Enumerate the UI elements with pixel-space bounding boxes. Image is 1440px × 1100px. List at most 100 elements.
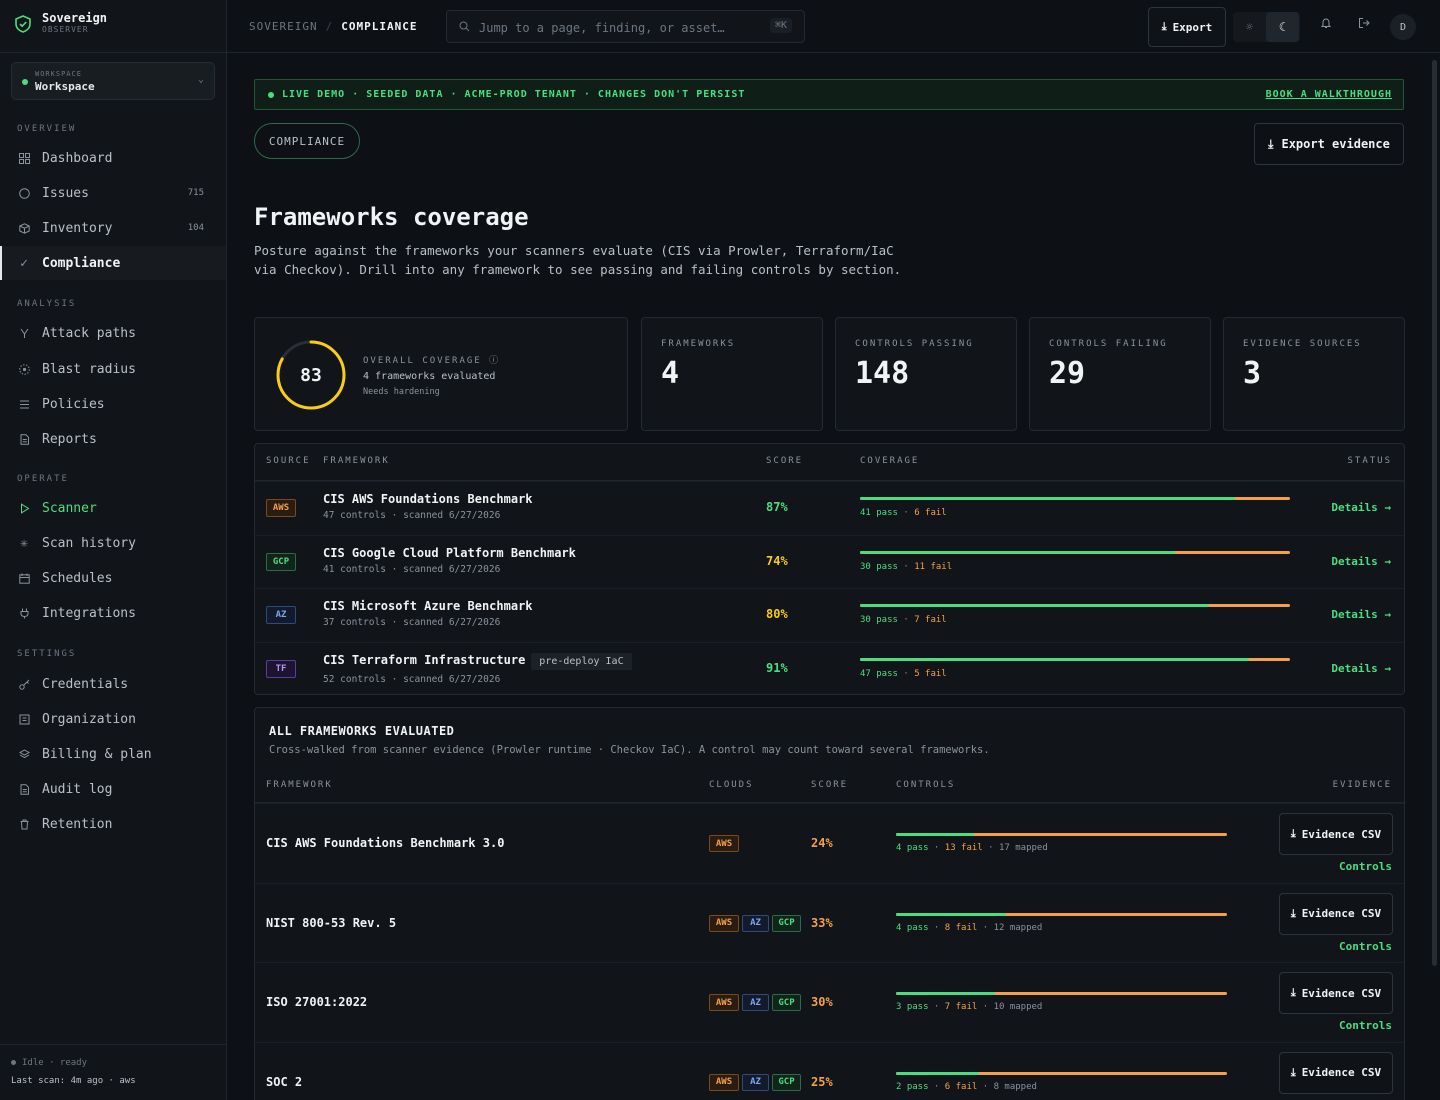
source-tag: AZ (266, 606, 296, 624)
evidence-csv-button[interactable]: ⤓ Evidence CSV (1279, 972, 1393, 1014)
sidebar-item-label: Reports (42, 431, 97, 447)
sidebar-item-label: Scanner (42, 500, 97, 516)
export-evidence-button[interactable]: ⤓ Export evidence (1254, 123, 1404, 165)
framework-name[interactable]: CIS AWS Foundations Benchmark (323, 492, 533, 506)
cloud-tag: AWS (709, 914, 739, 932)
export-evidence-label: Export evidence (1281, 137, 1390, 151)
details-link[interactable]: Details → (1331, 608, 1391, 621)
avatar[interactable]: D (1390, 14, 1416, 40)
sidebar-item-blast-radius[interactable]: Blast radius (0, 352, 226, 386)
alert-circle-icon (18, 187, 30, 199)
workspace-label: WORKSPACE (35, 70, 82, 78)
sidebar-item-retention[interactable]: Retention (0, 807, 226, 841)
mapped-count: 12 mapped (993, 922, 1043, 933)
scrollbar[interactable] (1432, 60, 1437, 966)
sidebar-item-issues[interactable]: Issues 715 (0, 176, 226, 210)
framework-name[interactable]: ISO 27001:2022 (266, 995, 367, 1009)
live-dot (268, 92, 274, 98)
sun-icon[interactable]: ☼ (1233, 12, 1266, 42)
controls-bar-pass (896, 992, 996, 995)
table-row: AZ CIS Microsoft Azure Benchmark 37 contro… (255, 588, 1404, 641)
sidebar-item-integrations[interactable]: Integrations (0, 596, 226, 630)
sidebar-item-billing[interactable]: Billing & plan (0, 737, 226, 771)
coverage-bar-pass (860, 604, 1209, 607)
controls-label: 2 pass · 6 fail · 8 mapped (896, 1082, 1037, 1092)
framework-name-text: CIS Google Cloud Platform Benchmark (323, 545, 576, 560)
sidebar-item-scan-history[interactable]: ✳ Scan history (0, 526, 226, 560)
sidebar-item-inventory[interactable]: Inventory 104 (0, 211, 226, 245)
details-link[interactable]: Details → (1331, 501, 1391, 514)
radius-icon (18, 363, 30, 375)
nav-section-analysis: ANALYSIS (17, 299, 77, 309)
pass-count: 30 pass (860, 561, 898, 572)
framework-score: 80% (766, 607, 788, 621)
framework-name[interactable]: CIS Microsoft Azure Benchmark (323, 599, 533, 613)
controls-failing-card: CONTROLS FAILING 29 (1029, 317, 1211, 431)
evidence-csv-button[interactable]: ⤓ Evidence CSV (1279, 892, 1393, 935)
demo-banner: LIVE DEMO · SEEDED DATA · ACME-PROD TENA… (254, 79, 1404, 110)
book-walkthrough-link[interactable]: BOOK A WALKTHROUGH (1266, 89, 1392, 100)
framework-score: 24% (811, 836, 833, 850)
sidebar-item-label: Policies (42, 396, 105, 412)
logout-icon[interactable] (1358, 17, 1370, 32)
brand[interactable]: Sovereign OBSERVER (14, 12, 107, 35)
framework-name[interactable]: NIST 800-53 Rev. 5 (266, 916, 396, 930)
sidebar-item-audit-log[interactable]: Audit log (0, 772, 226, 806)
sidebar-item-credentials[interactable]: Credentials (0, 667, 226, 701)
sidebar-item-schedules[interactable]: Schedules (0, 561, 226, 595)
framework-score: 30% (811, 995, 833, 1009)
separator: · (928, 1002, 945, 1012)
check-icon: ✓ (20, 255, 28, 271)
sidebar-item-label: Integrations (42, 605, 136, 621)
evidence-csv-label: Evidence CSV (1301, 1066, 1382, 1079)
sidebar-item-attack-paths[interactable]: Attack paths (0, 316, 226, 350)
mapped-count: 10 mapped (993, 1002, 1043, 1012)
nav-section-operate: OPERATE (17, 474, 69, 484)
evidence-csv-label: Evidence CSV (1301, 986, 1382, 1000)
breadcrumb-root[interactable]: SOVEREIGN (249, 20, 318, 33)
separator: · (897, 615, 915, 625)
framework-name[interactable]: CIS Terraform Infrastructure pre-deploy I… (323, 652, 632, 670)
overall-score: 83 (300, 364, 322, 386)
export-button[interactable]: ⤓ Export (1148, 7, 1226, 47)
details-link[interactable]: Details → (1331, 662, 1391, 675)
controls-bar-pass (896, 1071, 979, 1075)
col-status: STATUS (1347, 456, 1392, 466)
download-icon: ⤓ (1268, 136, 1274, 151)
framework-name[interactable]: SOC 2 (266, 1075, 302, 1089)
info-icon[interactable]: ⓘ (489, 356, 500, 366)
sidebar-item-reports[interactable]: Reports (0, 422, 226, 456)
mapped-count: 8 mapped (993, 1081, 1037, 1092)
sidebar-item-dashboard[interactable]: Dashboard (0, 141, 226, 175)
details-link[interactable]: Details → (1331, 555, 1391, 568)
theme-toggle[interactable]: ☼ ☾ (1233, 12, 1300, 42)
table-row: NIST 800-53 Rev. 5 AWS AZ GCP 33% 4 pass · 8 … (255, 882, 1404, 963)
sidebar-item-label: Billing & plan (42, 746, 152, 762)
framework-name-text: CIS Microsoft Azure Benchmark (323, 599, 533, 613)
evidence-csv-button[interactable]: ⤓ Evidence CSV (1279, 813, 1393, 855)
col-evidence: EVIDENCE (1332, 780, 1392, 790)
framework-name[interactable]: CIS Google Cloud Platform Benchmark (323, 546, 576, 560)
framework-name[interactable]: CIS AWS Foundations Benchmark 3.0 (266, 836, 504, 850)
controls-link[interactable]: Controls (1339, 940, 1392, 953)
calendar-icon (18, 572, 30, 584)
sidebar-item-policies[interactable]: Policies (0, 387, 226, 421)
pass-count: 3 pass (896, 1002, 929, 1012)
evidence-csv-button[interactable]: ⤓ Evidence CSV (1279, 1051, 1393, 1094)
col-framework: FRAMEWORK (266, 780, 333, 790)
sidebar-item-scanner[interactable]: Scanner (0, 491, 226, 525)
controls-link[interactable]: Controls (1339, 1019, 1392, 1032)
fail-count: 13 fail (944, 843, 983, 853)
col-score: SCORE (811, 780, 849, 790)
cloud-tag: GCP (772, 1073, 801, 1091)
download-icon: ⤓ (1290, 906, 1296, 920)
issues-count-badge: 715 (187, 188, 204, 198)
bell-icon[interactable] (1320, 17, 1332, 32)
controls-link[interactable]: Controls (1339, 860, 1392, 873)
workspace-switcher[interactable]: WORKSPACE Workspace ⌄ (11, 62, 215, 100)
sidebar-item-organization[interactable]: Organization (0, 702, 226, 736)
search-input[interactable]: Jump to a page, finding, or asset… ⌘K (446, 10, 805, 43)
sidebar-item-compliance[interactable]: ✓ Compliance (0, 246, 226, 280)
workspace-status-dot (22, 79, 28, 85)
moon-icon[interactable]: ☾ (1266, 12, 1299, 42)
